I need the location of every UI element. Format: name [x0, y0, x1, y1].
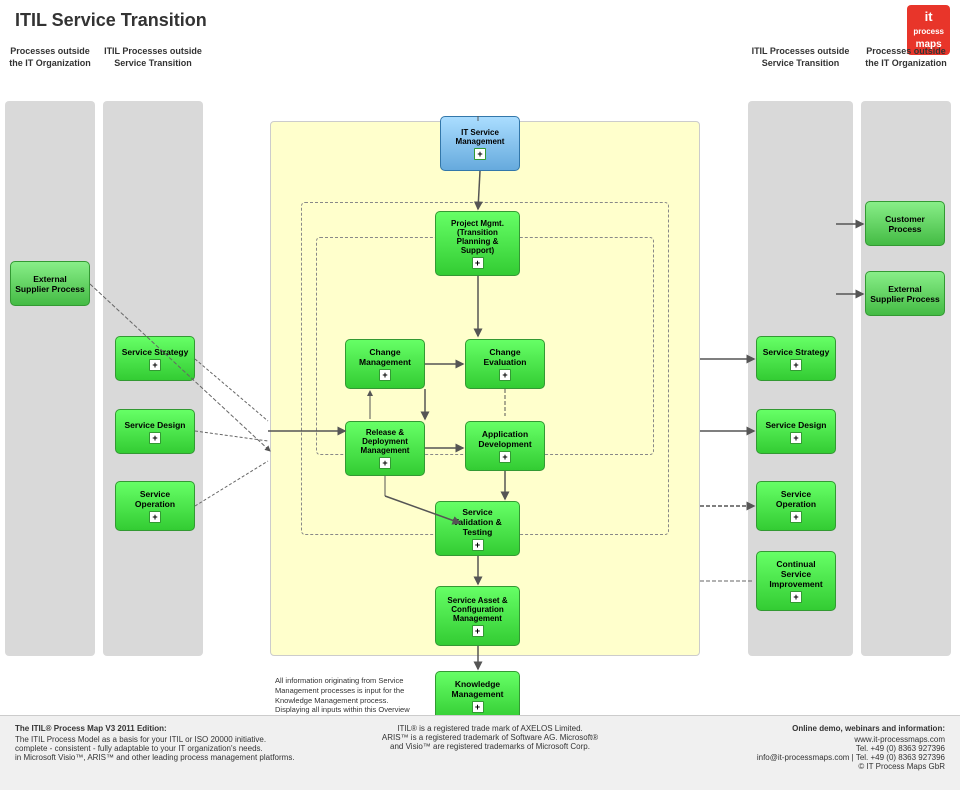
change-eval-label: ChangeEvaluation	[484, 347, 527, 367]
change-eval-plus[interactable]: +	[499, 369, 511, 381]
header-left-outside: Processes outside the IT Organization	[5, 46, 95, 69]
footer-center-line1: ITIL® is a registered trade mark of AXEL…	[360, 724, 620, 733]
service-strategy-left-box[interactable]: Service Strategy +	[115, 336, 195, 381]
ext-supplier-right-label: ExternalSupplier Process	[870, 284, 939, 304]
service-design-right-label: Service Design	[766, 420, 827, 430]
service-validation-label: ServiceValidation &Testing	[453, 507, 502, 537]
page-title: ITIL Service Transition	[0, 0, 960, 36]
footer: The ITIL® Process Map V3 2011 Edition: T…	[0, 715, 960, 790]
footer-left-line3: in Microsoft Visio™, ARIS™ and other lea…	[15, 753, 335, 762]
app-dev-label: ApplicationDevelopment	[478, 429, 531, 449]
service-operation-right-plus[interactable]: +	[790, 511, 802, 523]
service-strategy-left-plus[interactable]: +	[149, 359, 161, 371]
service-design-right-box[interactable]: Service Design +	[756, 409, 836, 454]
footer-center-line2: ARIS™ is a registered trademark of Softw…	[360, 733, 620, 742]
service-strategy-right-box[interactable]: Service Strategy +	[756, 336, 836, 381]
footer-left: The ITIL® Process Map V3 2011 Edition: T…	[15, 724, 335, 762]
release-deploy-box[interactable]: Release &DeploymentManagement +	[345, 421, 425, 476]
diagram-container: Processes outside the IT Organization IT…	[0, 41, 960, 741]
release-deploy-label: Release &DeploymentManagement	[361, 428, 410, 455]
service-design-left-box[interactable]: Service Design +	[115, 409, 195, 454]
service-strategy-right-label: Service Strategy	[763, 347, 830, 357]
service-strategy-left-label: Service Strategy	[122, 347, 189, 357]
it-service-mgmt-plus[interactable]: +	[474, 148, 486, 160]
app-dev-box[interactable]: ApplicationDevelopment +	[465, 421, 545, 471]
change-mgmt-plus[interactable]: +	[379, 369, 391, 381]
service-validation-box[interactable]: ServiceValidation &Testing +	[435, 501, 520, 556]
service-asset-plus[interactable]: +	[472, 625, 484, 637]
footer-right: Online demo, webinars and information: w…	[645, 724, 945, 771]
footer-left-line2: complete - consistent - fully adaptable …	[15, 744, 335, 753]
project-mgmt-label: Project Mgmt.(TransitionPlanning &Suppor…	[451, 219, 504, 255]
service-operation-right-box[interactable]: ServiceOperation +	[756, 481, 836, 531]
col-bg-left-outside	[5, 101, 95, 656]
app-dev-plus[interactable]: +	[499, 451, 511, 463]
service-asset-box[interactable]: Service Asset &ConfigurationManagement +	[435, 586, 520, 646]
service-design-right-plus[interactable]: +	[790, 432, 802, 444]
footer-right-line2: Tel. +49 (0) 8363 927396	[645, 744, 945, 753]
header-right-itil: ITIL Processes outside Service Transitio…	[748, 46, 853, 69]
change-eval-box[interactable]: ChangeEvaluation +	[465, 339, 545, 389]
footer-center-line3: and Visio™ are registered trademarks of …	[360, 742, 620, 751]
footer-left-line1: The ITIL Process Model as a basis for yo…	[15, 735, 335, 744]
header-right-outside: Processes outside the IT Organization	[861, 46, 951, 69]
footer-right-line1: www.it-processmaps.com	[645, 735, 945, 744]
customer-right-box[interactable]: CustomerProcess	[865, 201, 945, 246]
service-validation-plus[interactable]: +	[472, 539, 484, 551]
service-operation-left-label: ServiceOperation	[135, 489, 175, 509]
project-mgmt-box[interactable]: Project Mgmt.(TransitionPlanning &Suppor…	[435, 211, 520, 276]
continual-improvement-box[interactable]: ContinualServiceImprovement +	[756, 551, 836, 611]
ext-supplier-left-box[interactable]: ExternalSupplier Process	[10, 261, 90, 306]
footer-left-title: The ITIL® Process Map V3 2011 Edition:	[15, 724, 335, 733]
customer-right-label: CustomerProcess	[885, 214, 925, 234]
footer-right-line3: info@it-processmaps.com | Tel. +49 (0) 8…	[645, 753, 945, 762]
it-service-mgmt-box[interactable]: IT ServiceManagement +	[440, 116, 520, 171]
col-bg-right-outside	[861, 101, 951, 656]
logo-it: it	[925, 9, 933, 24]
service-asset-label: Service Asset &ConfigurationManagement	[447, 596, 507, 623]
footer-right-title: Online demo, webinars and information:	[645, 724, 945, 733]
knowledge-label: KnowledgeManagement	[452, 679, 504, 699]
change-mgmt-box[interactable]: ChangeManagement +	[345, 339, 425, 389]
ext-supplier-right-box[interactable]: ExternalSupplier Process	[865, 271, 945, 316]
service-design-left-plus[interactable]: +	[149, 432, 161, 444]
release-deploy-plus[interactable]: +	[379, 457, 391, 469]
continual-improvement-label: ContinualServiceImprovement	[769, 559, 822, 589]
knowledge-plus[interactable]: +	[472, 701, 484, 713]
ext-supplier-left-label: ExternalSupplier Process	[15, 274, 84, 294]
service-operation-right-label: ServiceOperation	[776, 489, 816, 509]
service-design-left-label: Service Design	[125, 420, 186, 430]
footer-center: ITIL® is a registered trade mark of AXEL…	[360, 724, 620, 751]
change-mgmt-label: ChangeManagement	[359, 347, 411, 367]
footer-right-line4: © IT Process Maps GbR	[645, 762, 945, 771]
project-mgmt-plus[interactable]: +	[472, 257, 484, 269]
knowledge-box[interactable]: KnowledgeManagement +	[435, 671, 520, 721]
service-operation-left-plus[interactable]: +	[149, 511, 161, 523]
header-left-itil: ITIL Processes outside Service Transitio…	[103, 46, 203, 69]
service-strategy-right-plus[interactable]: +	[790, 359, 802, 371]
it-service-mgmt-label: IT ServiceManagement	[456, 128, 505, 146]
continual-improvement-plus[interactable]: +	[790, 591, 802, 603]
service-operation-left-box[interactable]: ServiceOperation +	[115, 481, 195, 531]
logo-process: process	[913, 27, 944, 36]
